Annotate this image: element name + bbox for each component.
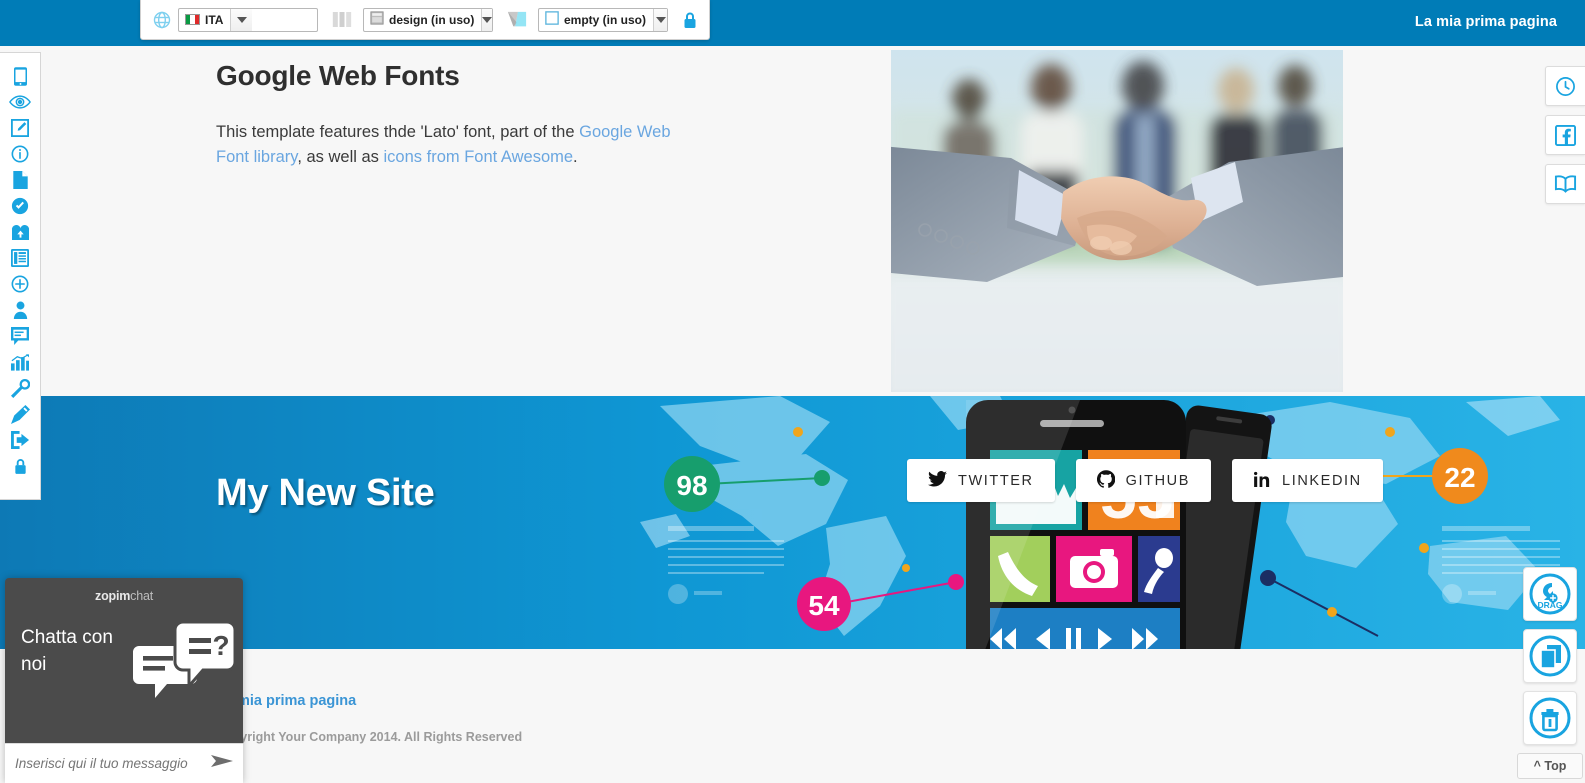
paragraph-text-1: This template features thde 'Lato' font,… <box>216 123 580 141</box>
language-select-value-wrap: ITA <box>179 9 230 31</box>
chat-widget: zopimchat Chatta con noi ? <box>5 578 243 783</box>
chat-greeting: Chatta con noi <box>21 627 113 675</box>
lock-icon[interactable] <box>6 457 34 475</box>
intro-paragraph: This template features thde 'Lato' font,… <box>216 120 676 170</box>
footer-copyright: Copyright Your Company 2014. All Rights … <box>216 730 523 744</box>
twitter-label: TWITTER <box>958 472 1034 489</box>
hero-title: My New Site <box>216 472 435 514</box>
svg-text:54: 54 <box>808 590 840 621</box>
linkedin-button[interactable]: LINKEDIN <box>1232 459 1383 502</box>
linkedin-icon <box>1253 471 1271 491</box>
github-icon <box>1096 469 1115 492</box>
comment-icon[interactable] <box>6 327 34 345</box>
list-layout-icon[interactable] <box>6 249 34 267</box>
delete-button[interactable] <box>1523 691 1577 745</box>
design-select[interactable]: design (in uso) <box>363 7 493 32</box>
chevron-down-icon <box>655 16 666 23</box>
scroll-to-top-button[interactable]: ^ Top <box>1517 753 1583 779</box>
chat-message-input[interactable] <box>15 756 205 771</box>
font-awesome-link[interactable]: icons from Font Awesome <box>384 148 574 166</box>
pencil-icon[interactable] <box>6 404 34 424</box>
clock-icon[interactable] <box>1545 66 1585 106</box>
empty-square-icon <box>545 11 559 28</box>
element-actions: DRAG ^ Top <box>1517 567 1583 779</box>
svg-text:DRAG: DRAG <box>1537 600 1562 610</box>
wrench-icon[interactable] <box>6 378 34 398</box>
chat-input-row <box>5 743 243 783</box>
cloud-upload-icon[interactable] <box>6 223 34 241</box>
chevron-down-icon <box>236 16 247 23</box>
send-arrow-icon[interactable] <box>205 753 233 774</box>
plus-circle-icon[interactable] <box>6 275 34 293</box>
chat-logo: zopimchat <box>5 589 243 603</box>
drag-button[interactable]: DRAG <box>1523 567 1577 621</box>
chat-body[interactable]: zopimchat Chatta con noi ? <box>5 578 243 743</box>
svg-text:98: 98 <box>676 470 707 501</box>
template-select-value: empty (in uso) <box>564 12 647 27</box>
template-select[interactable]: empty (in uso) <box>538 7 668 32</box>
columns-layout-icon <box>329 7 355 33</box>
handshake-photo[interactable] <box>891 50 1343 392</box>
paragraph-text-3: . <box>573 148 578 166</box>
language-select-value: ITA <box>205 12 224 27</box>
svg-text:?: ? <box>212 630 229 661</box>
paragraph-text-2: , as well as <box>297 148 384 166</box>
page-icon[interactable] <box>6 171 34 189</box>
logout-icon[interactable] <box>6 431 34 449</box>
page-title: Google Web Fonts <box>216 60 460 91</box>
twitter-button[interactable]: TWITTER <box>907 459 1055 502</box>
template-select-arrow[interactable] <box>653 8 667 31</box>
bar-chart-icon[interactable] <box>6 353 34 371</box>
content-section: Google Web Fonts This template features … <box>0 46 1585 396</box>
eye-icon[interactable] <box>6 93 34 111</box>
edit-page-icon[interactable] <box>6 119 34 137</box>
chevron-down-icon <box>482 16 493 23</box>
template-select-value-wrap: empty (in uso) <box>539 9 653 31</box>
user-icon[interactable] <box>6 301 34 319</box>
italy-flag-icon <box>185 14 200 25</box>
left-tool-rail <box>0 52 41 500</box>
linkedin-label: LINKEDIN <box>1282 472 1362 489</box>
lock-icon[interactable] <box>677 7 703 33</box>
design-select-arrow[interactable] <box>481 8 493 31</box>
info-icon[interactable] <box>6 145 34 163</box>
social-buttons: TWITTER GITHUB LINKEDIN <box>907 459 1383 502</box>
language-select[interactable]: ITA <box>178 7 318 32</box>
current-page-title: La mia prima pagina <box>1414 14 1557 30</box>
globe-icon <box>149 7 175 33</box>
chat-logo-bold: zopim <box>95 589 131 603</box>
duplicate-button[interactable] <box>1523 629 1577 683</box>
language-select-arrow[interactable] <box>230 8 253 31</box>
window-design-icon <box>370 11 384 28</box>
chat-logo-light: chat <box>130 589 153 603</box>
github-label: GITHUB <box>1125 472 1191 489</box>
right-tool-rail <box>1541 66 1585 204</box>
chat-bubbles-icon: ? <box>133 620 237 719</box>
design-select-value: design (in uso) <box>389 12 475 27</box>
svg-text:22: 22 <box>1444 462 1475 493</box>
book-icon[interactable] <box>1545 164 1585 204</box>
check-circle-icon[interactable] <box>6 197 34 215</box>
design-select-value-wrap: design (in uso) <box>364 9 481 31</box>
editor-toolbar: ITA design (in uso) empty (in uso) <box>140 0 710 40</box>
app-root: Google Web Fonts This template features … <box>0 0 1585 783</box>
facebook-icon[interactable] <box>1545 115 1585 155</box>
mobile-icon[interactable] <box>6 66 34 86</box>
twitter-icon <box>928 470 947 491</box>
pen-style-icon <box>504 7 530 33</box>
github-button[interactable]: GITHUB <box>1075 459 1212 502</box>
